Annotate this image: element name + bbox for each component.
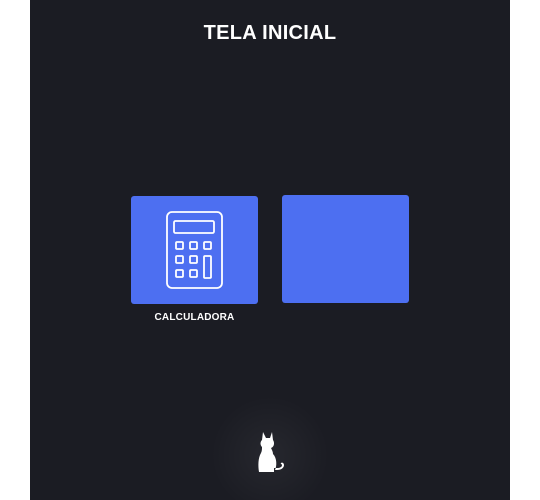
app-tile-calculator[interactable] [131, 196, 258, 304]
app-tile-empty[interactable] [282, 195, 409, 303]
home-screen: TELA INICIAL CALCULADORA [30, 0, 510, 500]
cat-icon[interactable] [252, 430, 288, 474]
page-title: TELA INICIAL [203, 22, 337, 44]
app-label-calculator: CALCULADORA [154, 312, 235, 323]
calculator-icon [166, 211, 223, 289]
